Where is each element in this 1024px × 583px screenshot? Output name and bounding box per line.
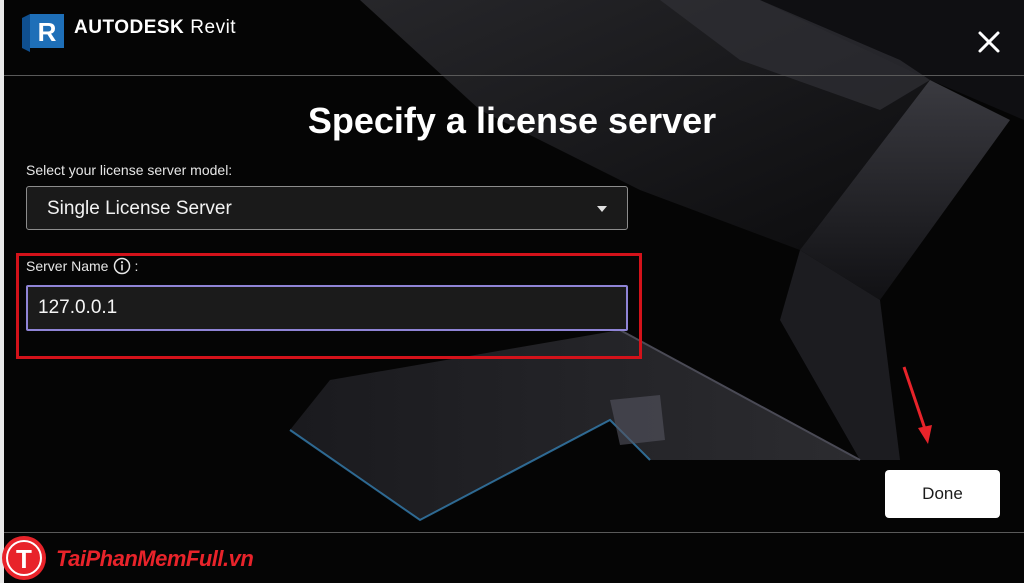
revit-license-dialog: R AUTODESK Revit Specify a license server… bbox=[0, 0, 1024, 583]
app-brand: AUTODESK Revit bbox=[74, 17, 236, 39]
server-name-label-colon: : bbox=[134, 258, 139, 274]
chevron-down-icon bbox=[597, 206, 607, 212]
license-model-select[interactable]: Single License Server bbox=[26, 186, 628, 230]
server-name-label: Server Name : bbox=[26, 257, 138, 275]
info-icon[interactable] bbox=[113, 257, 131, 275]
server-name-input[interactable] bbox=[26, 285, 628, 331]
brand-name: AUTODESK bbox=[74, 17, 185, 38]
page-title: Specify a license server bbox=[307, 100, 717, 141]
watermark-logo-icon: T bbox=[2, 536, 46, 580]
close-icon[interactable] bbox=[972, 25, 1006, 59]
revit-logo-icon: R bbox=[22, 14, 64, 52]
server-name-label-text: Server Name bbox=[26, 258, 109, 274]
license-model-label: Select your license server model: bbox=[26, 162, 233, 178]
product-name: Revit bbox=[190, 17, 237, 38]
done-button[interactable]: Done bbox=[885, 470, 1000, 518]
license-model-value: Single License Server bbox=[47, 198, 232, 219]
svg-text:T: T bbox=[16, 544, 32, 574]
red-arrow-annotation bbox=[902, 366, 932, 444]
svg-text:R: R bbox=[38, 17, 57, 47]
watermark-text: TaiPhanMemFull.vn bbox=[56, 546, 254, 571]
